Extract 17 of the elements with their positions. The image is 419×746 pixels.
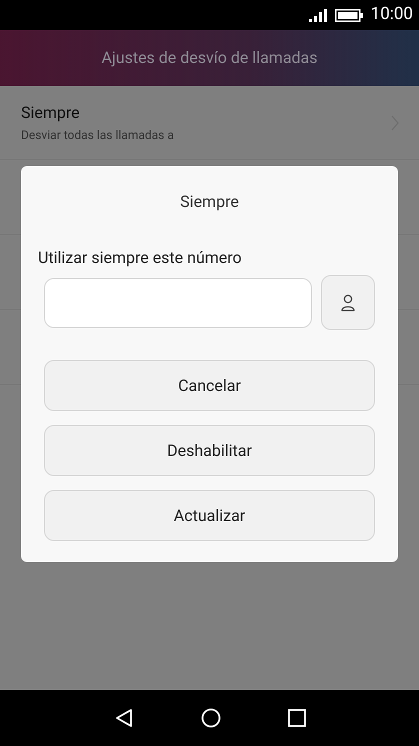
- home-icon[interactable]: [200, 708, 220, 728]
- dialog-button[interactable]: Deshabilitar: [44, 425, 375, 476]
- signal-icon: [308, 8, 327, 22]
- field-label: Utilizar siempre este número: [38, 247, 242, 269]
- clock: 10:00: [370, 3, 413, 26]
- dialog-button[interactable]: Cancelar: [44, 360, 375, 411]
- item-subtitle: Desviar todas las llamadas a: [21, 127, 175, 144]
- item-title: Siempre: [21, 102, 81, 124]
- header-title: Ajustes de desvío de llamadas: [101, 47, 318, 69]
- recents-icon[interactable]: [288, 709, 306, 727]
- back-icon[interactable]: [114, 708, 134, 728]
- battery-icon: [334, 8, 363, 22]
- number-input-field[interactable]: [44, 278, 312, 328]
- person-icon: [341, 294, 356, 312]
- dialog-button[interactable]: Actualizar: [44, 490, 375, 541]
- dialog-title: Siempre: [179, 191, 240, 213]
- list-item[interactable]: Siempre Desviar todas las llamadas a: [0, 86, 419, 160]
